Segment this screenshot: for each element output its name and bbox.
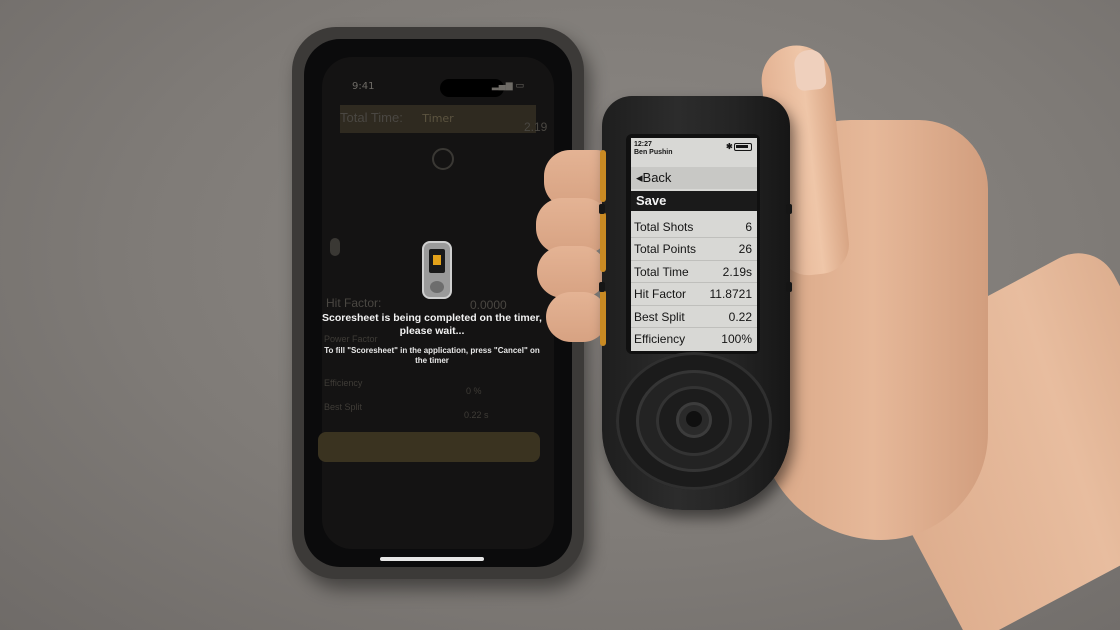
stat-value: 6	[745, 220, 752, 234]
stat-value: 0.22	[728, 309, 752, 324]
hit-factor-label: Hit Factor:	[326, 296, 382, 310]
side-button-right-down[interactable]	[786, 282, 792, 292]
faded-row-best-split: Best Split	[324, 402, 363, 412]
photo-scene: 9:41 ▂▄▆ ▭ Timer Total Time: 2.19 Hit Fa…	[0, 0, 1120, 630]
stat-label: Total Shots	[634, 220, 694, 234]
side-button-up[interactable]	[599, 204, 605, 214]
accent-strip	[600, 290, 606, 346]
stat-row: Hit Factor 11.8721	[631, 283, 757, 306]
total-time-value: 2.19	[524, 120, 548, 134]
phone-status-time: 9:41	[352, 81, 375, 92]
stat-label: Total Points	[634, 242, 697, 257]
stats-list: Total Shots 6 Total Points 26 Total Time…	[631, 216, 757, 350]
target-icon	[432, 148, 454, 170]
total-time-label: Total Time:	[340, 110, 403, 125]
battery-icon	[734, 143, 752, 151]
lcd-status: 12:27 Ben Pushin	[634, 141, 673, 157]
faded-value-efficiency: 0 %	[466, 386, 482, 396]
stat-label: Total Time	[634, 264, 689, 279]
lcd-user: Ben Pushin	[634, 149, 673, 156]
microphone-icon	[330, 238, 340, 256]
home-indicator[interactable]	[380, 557, 484, 561]
thumb-nail	[792, 48, 828, 92]
finger-ring	[537, 246, 607, 298]
overlay-waiting-message: Scoresheet is being completed on the tim…	[322, 312, 542, 337]
stat-label: Hit Factor	[634, 287, 687, 302]
stat-row: Total Time 2.19s	[631, 261, 757, 284]
faded-action-button[interactable]	[318, 432, 540, 462]
stat-value: 2.19s	[722, 264, 752, 279]
timer-device-icon	[422, 241, 452, 299]
stat-row: Total Points 26	[631, 238, 757, 261]
signal-battery-icon: ▂▄▆ ▭	[491, 81, 524, 91]
back-menu-item[interactable]: ◂Back	[631, 167, 757, 189]
accent-strip	[600, 150, 606, 202]
stat-value: 100%	[721, 331, 752, 346]
hit-factor-value: 0.0000	[470, 298, 507, 312]
stat-value: 11.8721	[709, 287, 753, 302]
stat-label: Best Split	[634, 309, 685, 324]
finger-little	[546, 292, 608, 342]
side-button-down[interactable]	[599, 282, 605, 292]
faded-value-best-split: 0.22 s	[464, 410, 489, 420]
accent-strip	[600, 212, 606, 272]
stat-row: Efficiency 100%	[631, 328, 757, 350]
overlay-cancel-hint: To fill "Scoresheet" in the application,…	[324, 346, 540, 365]
lcd-time: 12:27	[634, 141, 652, 148]
bluetooth-icon: ✱	[726, 142, 733, 151]
stat-row: Best Split 0.22	[631, 306, 757, 328]
stat-value: 26	[738, 242, 752, 257]
faded-row-efficiency: Efficiency	[324, 378, 363, 388]
save-menu-item[interactable]: Save	[631, 191, 757, 211]
stat-row: Total Shots 6	[631, 216, 757, 239]
timer-lcd-screen: 12:27 Ben Pushin ✱ ◂Back Save Total Shot…	[631, 138, 757, 351]
stat-label: Efficiency	[634, 331, 686, 346]
center-button-core[interactable]	[686, 411, 702, 427]
side-button-right-up[interactable]	[786, 204, 792, 214]
